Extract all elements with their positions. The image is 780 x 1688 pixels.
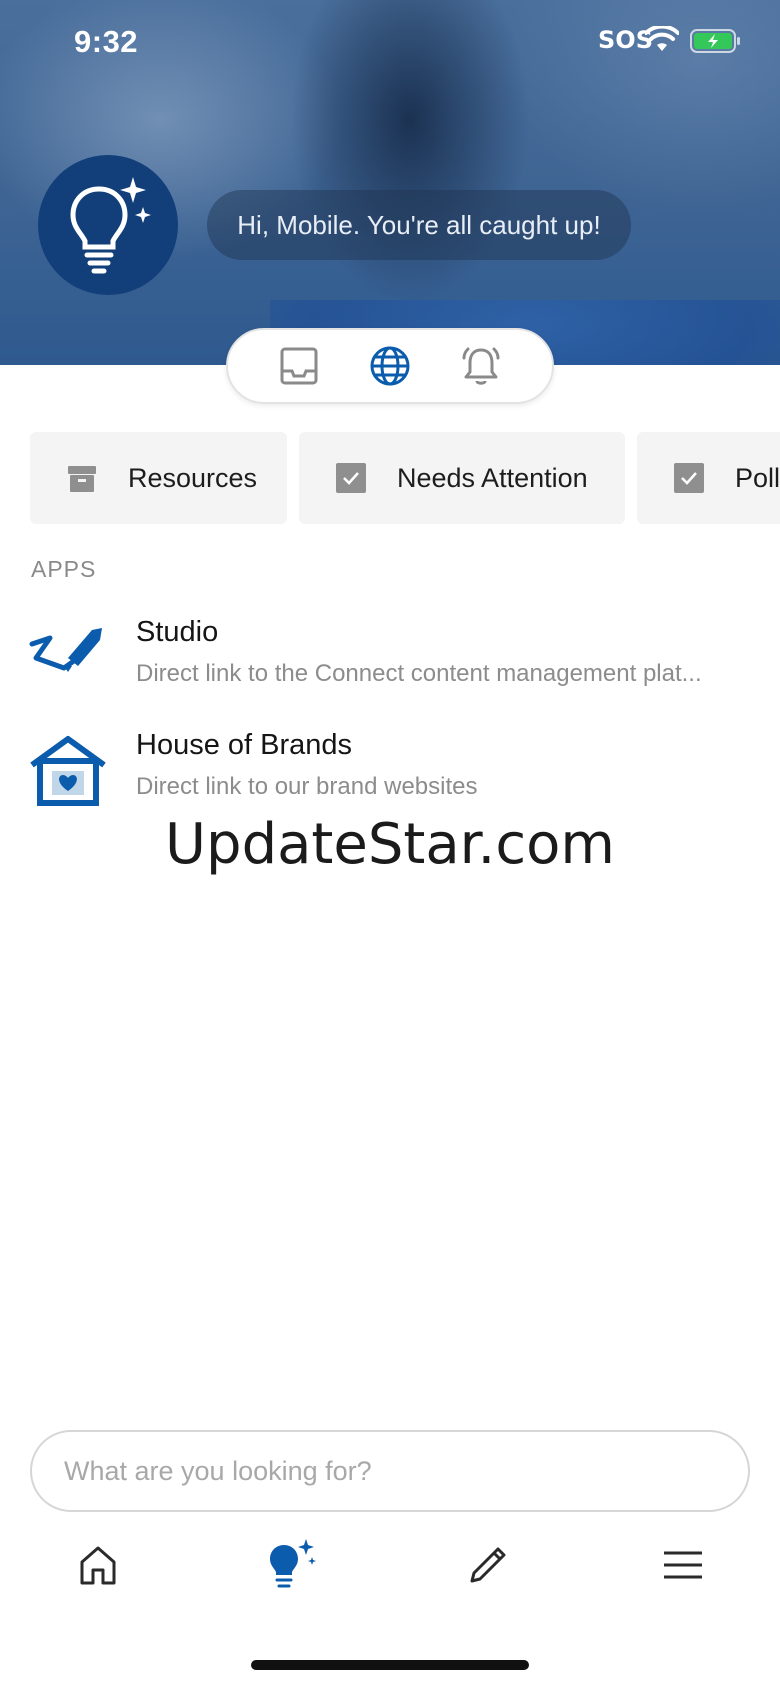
chip-label: Resources [128,462,258,493]
app-title: Studio [136,616,219,648]
mode-switch [226,328,554,404]
tab-home[interactable] [68,1530,128,1600]
header-hero: 9:32 SOS Hi, Mobile. You're all caught u… [0,0,780,365]
lightbulb-sparkle-icon [70,177,151,274]
app-item-house-of-brands[interactable]: House of Brands Direct link to our brand… [0,723,780,819]
app-title: House of Brands [136,729,353,761]
greeting-banner: Hi, Mobile. You're all caught up! [207,190,631,260]
notifications-mode-button[interactable] [457,342,505,390]
chip-resources[interactable]: Resources [30,432,287,524]
chip-poll[interactable]: Poll [637,432,780,524]
inbox-tray-icon [280,347,318,385]
wifi-icon [645,26,679,51]
archive-box-icon [68,466,96,492]
checkbox-icon [336,463,366,493]
checkbox-icon [674,463,704,493]
bottom-tab-bar [0,1530,780,1600]
pencil-icon [470,1547,506,1583]
app-description: Direct link to our brand websites [136,773,478,800]
battery-icon [690,29,740,53]
search-bar[interactable] [30,1430,750,1512]
app-description: Direct link to the Connect content manag… [136,660,702,687]
chip-label: Needs Attention [397,462,588,493]
lightbulb-sparkle-icon [270,1539,316,1588]
inbox-mode-button[interactable] [275,342,323,390]
globe-mode-button[interactable] [366,342,414,390]
house-heart-icon [30,736,106,806]
home-indicator[interactable] [251,1660,529,1670]
studio-pen-icon [29,628,102,672]
menu-icon [664,1551,702,1579]
status-bar: 9:32 SOS [0,0,780,90]
chip-needs-attention[interactable]: Needs Attention [299,432,625,524]
tab-discover[interactable] [262,1530,322,1600]
apps-section-label: APPS [31,556,97,582]
app-item-studio[interactable]: Studio Direct link to the Connect conten… [0,610,780,706]
bell-icon [462,347,500,385]
chip-label: Poll [735,462,780,493]
watermark-text: UpdateStar.com [165,812,615,877]
tab-compose[interactable] [458,1530,518,1600]
status-time: 9:32 [74,24,139,59]
globe-icon [370,346,410,386]
avatar[interactable] [38,155,178,295]
search-input[interactable] [64,1433,704,1510]
home-icon [80,1546,116,1585]
quick-filter-chips: Resources Needs Attention Poll [30,432,780,524]
tab-menu[interactable] [653,1530,713,1600]
